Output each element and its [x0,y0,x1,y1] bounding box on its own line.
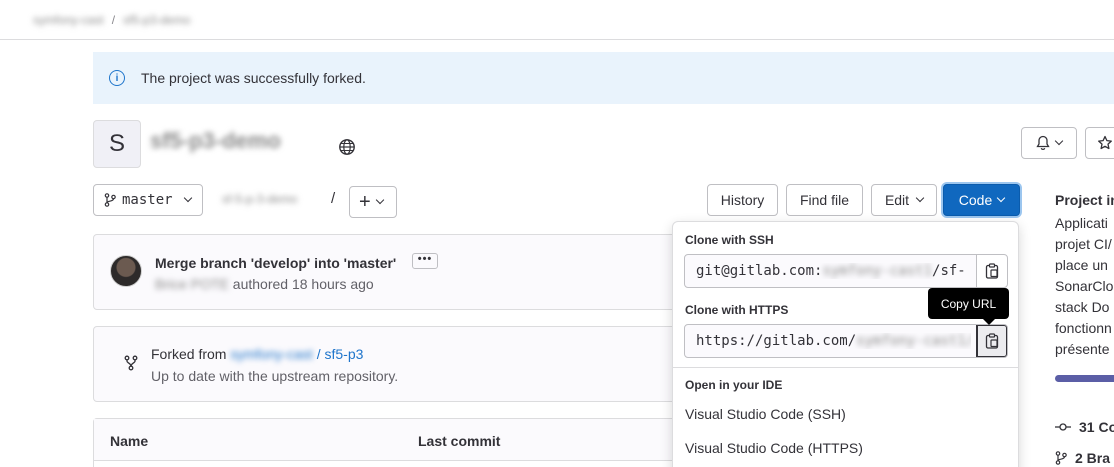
ssh-url-suffix: /sf- [932,263,966,279]
fork-status: Up to date with the upstream repository. [151,368,399,384]
description-line: SonarClo [1055,278,1114,294]
star-button[interactable] [1085,127,1114,159]
project-description: Applicati projet CI/ place un SonarClo s… [1055,213,1114,360]
last-commit-panel: Merge branch 'develop' into 'master' •••… [93,234,693,310]
author-avatar[interactable] [110,255,142,287]
chevron-down-icon [375,195,384,205]
commits-count: 31 Co [1079,419,1114,435]
notification-button[interactable] [1021,127,1077,159]
fork-repo-link[interactable]: / sf5-p3 [317,346,364,362]
description-line: stack Do [1055,299,1110,315]
clone-dropdown: Clone with SSH git@gitlab.com:symfony-ca… [672,221,1019,467]
commit-time: authored 18 hours ago [232,276,374,292]
commits-link[interactable]: 31 Co [1055,419,1114,435]
star-icon [1098,135,1112,150]
breadcrumb: symfony-cast / sf5-p3-demo [0,0,1114,40]
alert-message: The project was successfully forked. [141,70,366,86]
commit-author[interactable]: Brice POTE [155,276,229,292]
code-label: Code [958,192,993,208]
https-url[interactable]: https://gitlab.com/symfony-cast1/sf5-p3 [696,333,971,349]
copy-ssh-button[interactable] [976,255,1007,287]
copy-url-tooltip: Copy URL [928,288,1009,325]
ssh-url[interactable]: git@gitlab.com:symfony-cast1/sf- [696,263,971,279]
fork-namespace-link[interactable]: symfony-cast [230,346,312,362]
project-avatar: S [93,120,141,168]
code-button[interactable]: Code [943,184,1020,216]
edit-label: Edit [884,192,910,208]
add-file-button[interactable]: + [349,186,397,218]
branch-name: master [122,192,173,208]
open-ide-label: Open in your IDE [685,378,783,392]
chevron-down-icon [183,193,192,203]
expand-commit-button[interactable]: ••• [412,253,438,269]
clone-ssh-label: Clone with SSH [685,233,774,247]
clipboard-icon [985,263,999,279]
ssh-url-prefix: git@gitlab.com: [696,263,823,279]
branches-link[interactable]: 2 Bra [1055,450,1110,466]
path-separator: / [331,190,336,207]
branch-icon [1055,451,1067,465]
fork-icon [124,355,138,371]
globe-icon [339,139,355,155]
ssh-url-namespace: symfony-cast1 [822,263,933,279]
chevron-down-icon [996,193,1006,203]
branches-count: 2 Bra [1075,450,1111,466]
forked-from-text: Forked from symfony-cast / sf5-p3 [151,346,363,362]
branch-icon [104,193,116,207]
bell-icon [1036,135,1050,151]
clipboard-icon [985,333,999,349]
breadcrumb-project[interactable]: sf5-p3-demo [123,13,190,27]
https-url-prefix: https://gitlab.com/ [696,333,857,349]
description-line: fonctionn [1055,320,1112,336]
column-name: Name [110,433,149,449]
file-table: Name Last commit [93,418,693,467]
branch-selector[interactable]: master [93,184,203,216]
commit-icon [1055,423,1071,431]
description-line: présente [1055,341,1110,357]
ssh-url-field[interactable]: git@gitlab.com:symfony-cast1/sf- [684,254,1008,288]
chevron-down-icon [1054,136,1064,146]
copy-https-button[interactable] [976,325,1007,357]
repo-path[interactable]: sf-5-p-3-demo [222,192,297,206]
open-vscode-ssh[interactable]: Visual Studio Code (SSH) [685,406,846,422]
fork-success-alert: i The project was successfully forked. [93,52,1114,104]
description-line: projet CI/ [1055,236,1112,252]
find-file-button[interactable]: Find file [786,184,863,216]
edit-button[interactable]: Edit [871,184,937,216]
open-vscode-https[interactable]: Visual Studio Code (HTTPS) [685,440,863,456]
history-button[interactable]: History [707,184,778,216]
description-line: Applicati [1055,215,1108,231]
chevron-down-icon [915,193,925,203]
commit-meta: Brice POTE authored 18 hours ago [155,276,374,292]
description-line: place un [1055,257,1108,273]
language-bar [1055,375,1114,382]
plus-icon: + [359,191,371,213]
fork-info-panel: Forked from symfony-cast / sf5-p3 Up to … [93,326,693,402]
commit-title[interactable]: Merge branch 'develop' into 'master' [155,255,396,271]
breadcrumb-separator: / [111,12,116,27]
sidebar-title: Project in [1055,192,1114,208]
forked-from-prefix: Forked from [151,346,227,362]
clone-https-label: Clone with HTTPS [685,303,789,317]
column-last-commit: Last commit [418,433,501,449]
table-header: Name Last commit [94,419,692,461]
https-url-field[interactable]: https://gitlab.com/symfony-cast1/sf5-p3 [684,324,1008,358]
project-title: sf5-p3-demo [150,128,281,153]
info-icon: i [109,70,125,86]
breadcrumb-group[interactable]: symfony-cast [33,13,104,27]
dropdown-divider [673,367,1018,368]
https-url-path: symfony-cast1/sf5-p3 [856,333,971,349]
